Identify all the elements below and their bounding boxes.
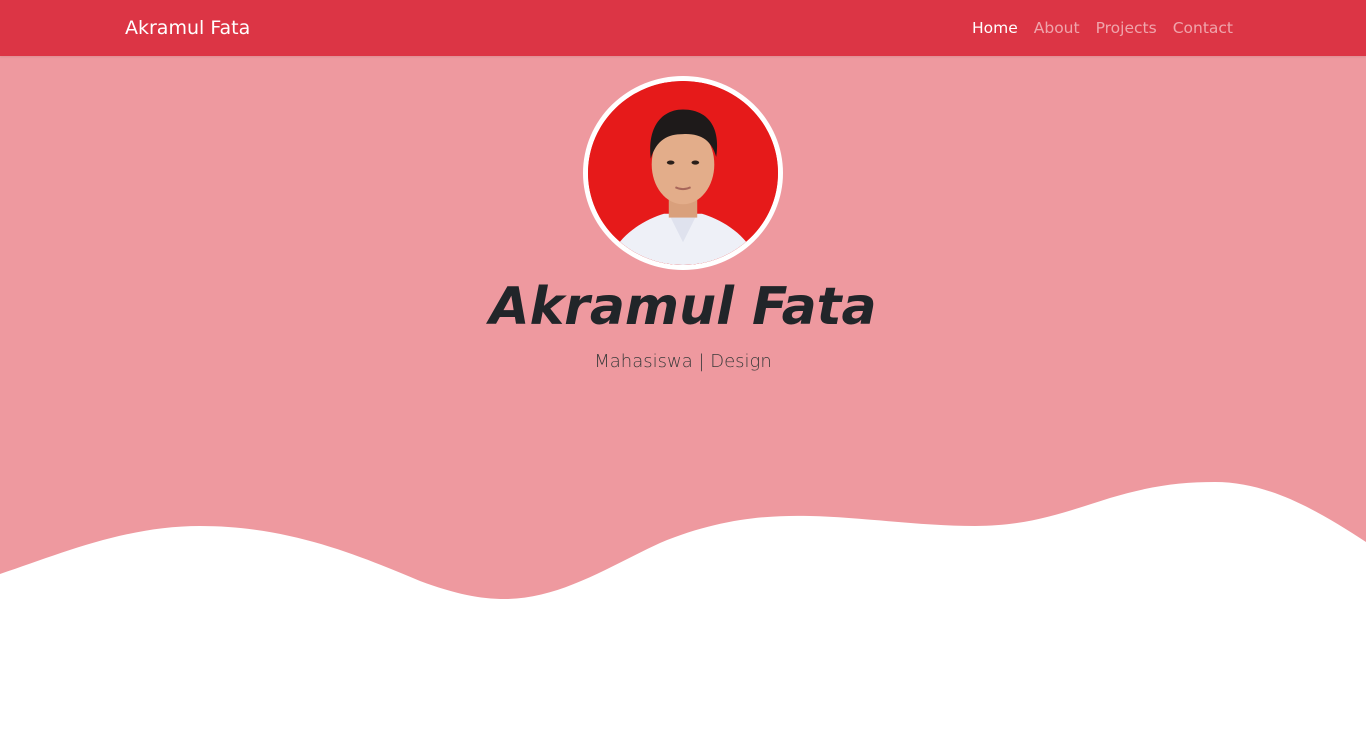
nav-links: Home About Projects Contact <box>972 17 1233 39</box>
navbar: Akramul Fata Home About Projects Contact <box>0 0 1366 56</box>
navbar-brand[interactable]: Akramul Fata <box>125 16 250 40</box>
hero-section: Akramul Fata Mahasiswa | Design <box>0 56 1366 735</box>
profile-avatar <box>583 76 783 270</box>
nav-link-home[interactable]: Home <box>972 17 1018 39</box>
nav-link-projects[interactable]: Projects <box>1096 17 1157 39</box>
hero-subtitle: Mahasiswa | Design <box>594 351 772 372</box>
nav-link-about[interactable]: About <box>1034 17 1080 39</box>
profile-photo-icon <box>588 81 778 265</box>
nav-link-contact[interactable]: Contact <box>1173 17 1233 39</box>
hero-name: Akramul Fata <box>489 277 877 337</box>
